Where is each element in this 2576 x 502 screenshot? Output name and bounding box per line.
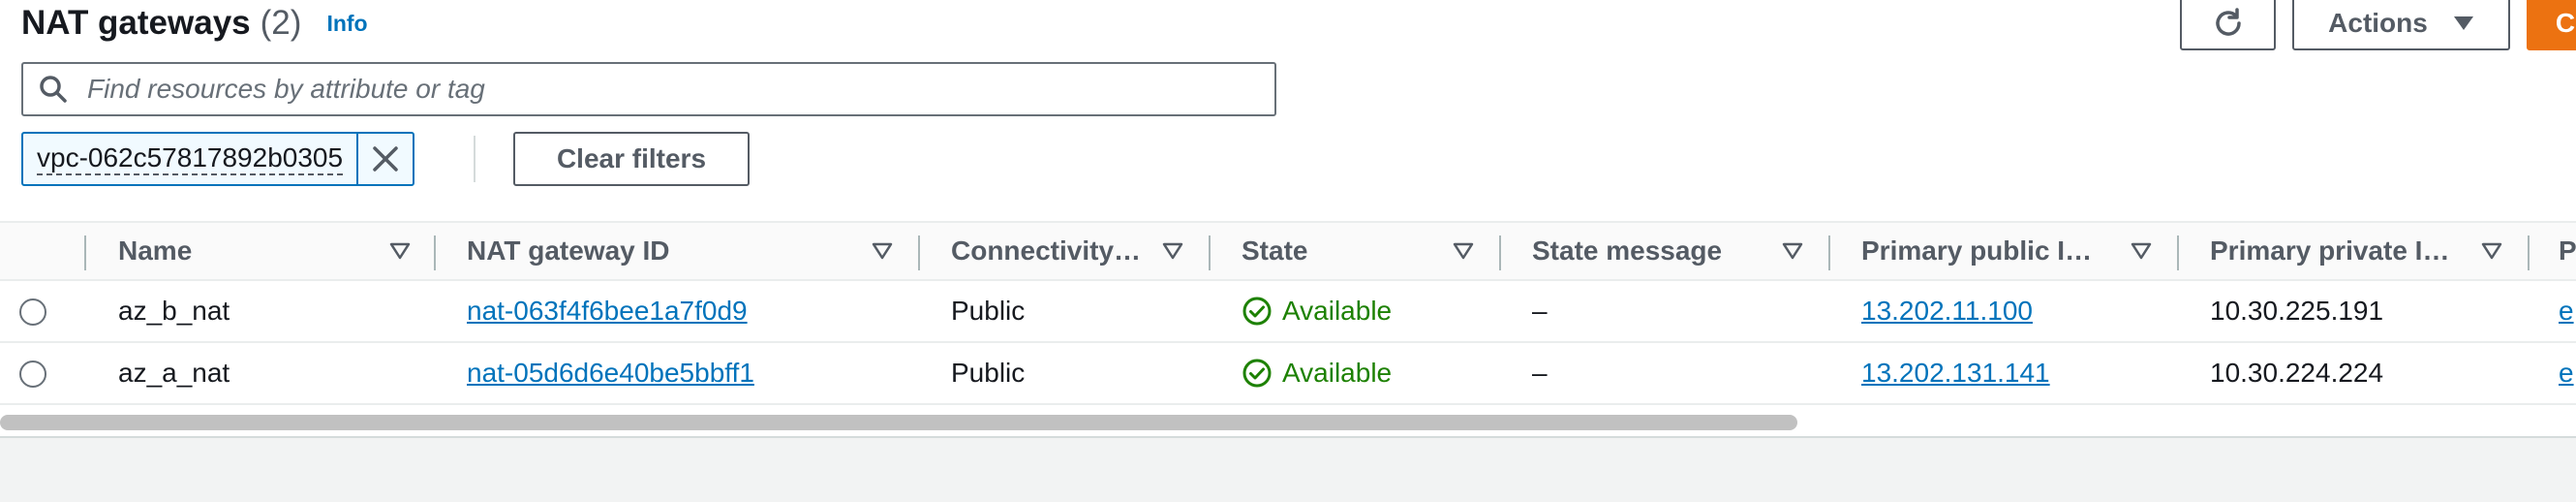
public-ip-link[interactable]: 13.202.131.141 [1861,358,2050,389]
cell-connectivity: Public [951,358,1026,388]
refresh-icon [2215,8,2241,36]
check-circle-icon [1242,359,1272,388]
search-bar[interactable] [21,62,1276,116]
cell-name: az_b_nat [118,296,230,326]
create-nat-gateway-button[interactable]: C [2527,0,2576,50]
column-header-primary-public-ip[interactable]: Primary public I… [1861,223,2152,279]
cell-state-message: – [1532,296,1548,326]
info-link[interactable]: Info [326,11,367,37]
actions-label: Actions [2328,8,2428,38]
create-button-label: C [2555,8,2576,38]
sort-icon [1162,242,1183,260]
truncated-link[interactable]: e [2559,358,2574,389]
column-divider [434,235,436,270]
column-divider [918,235,920,270]
cell-state: Available [1242,281,1392,341]
filter-token-value[interactable]: vpc-062c57817892b0305 [23,134,356,184]
horizontal-scrollbar-thumb[interactable] [0,415,1797,430]
sort-icon [1453,242,1474,260]
clear-filters-button[interactable]: Clear filters [513,132,750,186]
row-select-radio[interactable] [19,361,46,388]
column-divider [2177,235,2179,270]
filter-divider [474,136,475,182]
column-header-state[interactable]: State [1242,223,1474,279]
cell-connectivity: Public [951,296,1026,326]
column-divider [84,235,86,270]
column-header-nat-gateway-id[interactable]: NAT gateway ID [467,223,893,279]
column-header-name[interactable]: Name [118,223,411,279]
cell-private-ip: 10.30.225.191 [2210,296,2384,326]
sort-icon [2131,242,2152,260]
page-title: NAT gateways (2) Info [21,0,368,47]
nat-gateway-id-link[interactable]: nat-063f4f6bee1a7f0d9 [467,296,748,327]
actions-button[interactable]: Actions [2292,0,2510,50]
column-divider [1209,235,1211,270]
sort-icon [872,242,893,260]
close-icon [373,146,398,172]
search-icon [40,76,67,103]
column-divider [1828,235,1830,270]
table-header: Name NAT gateway ID Connectivity… State … [0,221,2576,281]
sort-icon [389,242,411,260]
nat-gateways-panel: NAT gateways (2) Info Actions C vpc-062c… [0,0,2576,438]
filter-token: vpc-062c57817892b0305 [21,132,415,186]
row-select-radio[interactable] [19,298,46,326]
cell-state-message: – [1532,358,1548,388]
sort-icon [2481,242,2502,260]
refresh-button[interactable] [2180,0,2276,50]
column-divider [1499,235,1501,270]
column-header-connectivity[interactable]: Connectivity… [951,223,1183,279]
public-ip-link[interactable]: 13.202.11.100 [1861,296,2033,327]
column-header-primary-private-ip[interactable]: Primary private I… [2210,223,2502,279]
cell-private-ip: 10.30.224.224 [2210,358,2384,388]
table-row[interactable]: az_a_nat nat-05d6d6e40be5bbff1 Public Av… [0,343,2576,405]
search-input[interactable] [85,73,1228,106]
column-divider [2528,235,2530,270]
resource-count: (2) [260,4,302,42]
truncated-link[interactable]: e [2559,296,2574,327]
column-header-state-message[interactable]: State message [1532,223,1803,279]
sort-icon [1782,242,1803,260]
page-title-text: NAT gateways [21,4,251,42]
cell-name: az_a_nat [118,358,230,388]
remove-filter-button[interactable] [356,134,413,184]
column-header-next[interactable]: P [2559,223,2576,279]
table-row[interactable]: az_b_nat nat-063f4f6bee1a7f0d9 Public Av… [0,281,2576,343]
nat-gateway-id-link[interactable]: nat-05d6d6e40be5bbff1 [467,358,754,389]
cell-state: Available [1242,343,1392,403]
caret-down-icon [2453,16,2473,30]
check-circle-icon [1242,297,1272,326]
